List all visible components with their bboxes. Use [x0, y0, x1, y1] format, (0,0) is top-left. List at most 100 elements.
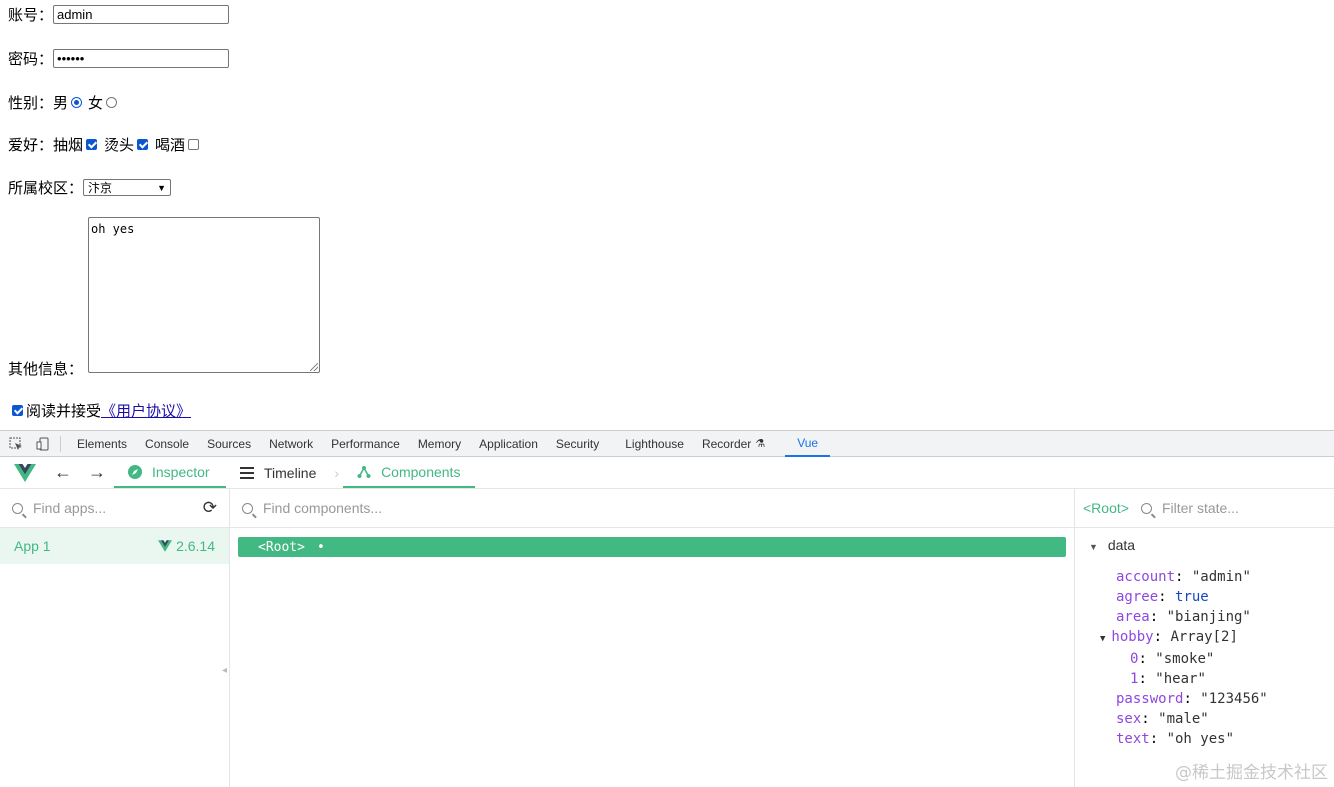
state-key: password	[1116, 691, 1184, 707]
state-value[interactable]: "bianjing"	[1167, 609, 1251, 625]
tab-console[interactable]: Console	[137, 431, 197, 457]
device-toggle-icon[interactable]	[36, 437, 50, 451]
search-icon	[1140, 502, 1152, 514]
tab-elements[interactable]: Elements	[69, 431, 135, 457]
hobby-hair-checkbox[interactable]	[137, 139, 149, 150]
account-label: 账号：	[8, 6, 54, 24]
hobby-smoke-checkbox[interactable]	[86, 139, 98, 150]
tab-memory[interactable]: Memory	[410, 431, 469, 457]
inspect-element-icon[interactable]	[9, 437, 23, 451]
state-row-text: text: "oh yes"	[1116, 731, 1235, 747]
timeline-icon	[240, 466, 254, 479]
tab-lighthouse[interactable]: Lighthouse	[617, 431, 692, 457]
data-section-label: data	[1107, 537, 1136, 553]
form-area: 账号： 密码： 性别： 男 女 爱好： 抽烟 烫头 喝酒 所属校区： 汴京 ▼ …	[0, 0, 1334, 430]
app-version-text: 2.6.14	[176, 538, 215, 554]
tab-network[interactable]: Network	[261, 431, 321, 457]
sex-row: 性别： 男 女	[8, 92, 120, 113]
find-apps-search[interactable]: Find apps... ⟳	[0, 489, 229, 528]
search-icon	[242, 502, 253, 514]
state-value[interactable]: true	[1175, 589, 1209, 605]
hobby-drink-checkbox[interactable]	[188, 139, 200, 150]
tab-inspector[interactable]: Inspector	[114, 457, 226, 488]
find-components-search[interactable]: Find components...	[230, 489, 1074, 528]
chevron-down-icon: ▼	[157, 182, 167, 193]
state-header: <Root> Filter state...	[1075, 489, 1334, 528]
filter-state-placeholder[interactable]: Filter state...	[1162, 500, 1239, 516]
selected-component-label: <Root>	[1083, 500, 1129, 516]
vue-logo-icon	[14, 463, 36, 482]
state-value[interactable]: "123456"	[1200, 691, 1267, 707]
state-row-area: area: "bianjing"	[1116, 609, 1251, 625]
account-input[interactable]	[53, 5, 230, 24]
devtools-tabbar: Elements Console Sources Network Perform…	[0, 430, 1334, 457]
sex-male-label: 男	[53, 94, 69, 112]
tab-recorder-label: Recorder	[701, 436, 752, 451]
sex-female-radio[interactable]	[106, 97, 118, 108]
state-row-hobby-0: 0: "smoke"	[1130, 651, 1215, 667]
collapse-handle-icon[interactable]: ◂	[222, 665, 227, 676]
tab-recorder[interactable]: Recorder ⚗	[694, 431, 773, 457]
other-info-label: 其他信息：	[8, 360, 84, 378]
sex-label: 性别：	[8, 94, 54, 112]
root-component-node[interactable]: <Root> •	[238, 537, 1066, 557]
state-value[interactable]: "hear"	[1155, 671, 1206, 687]
root-component-label: <Root>	[258, 539, 305, 555]
tab-vue[interactable]: Vue	[785, 431, 831, 457]
account-row: 账号：	[8, 4, 230, 25]
password-label: 密码：	[8, 50, 54, 68]
expand-arrow-icon[interactable]: ▼	[1089, 542, 1098, 552]
other-info-textarea[interactable]: oh yes	[88, 217, 320, 373]
app-list-item[interactable]: App 1 2.6.14	[0, 528, 229, 564]
tab-security[interactable]: Security	[548, 431, 607, 457]
tab-components[interactable]: Components	[343, 457, 476, 488]
sex-male-radio[interactable]	[71, 97, 83, 108]
hobby-drink-label: 喝酒	[155, 136, 186, 154]
state-pane: <Root> Filter state... ▼ data account: "…	[1075, 489, 1334, 787]
watermark: @稀土掘金技术社区	[1175, 763, 1328, 783]
agree-checkbox[interactable]	[12, 405, 23, 416]
state-key: hobby	[1111, 629, 1154, 645]
password-row: 密码：	[8, 48, 230, 69]
toolbar-divider	[60, 435, 61, 452]
agree-text: 阅读并接受	[26, 402, 102, 420]
tab-timeline[interactable]: Timeline	[226, 457, 330, 488]
area-row: 所属校区： 汴京 ▼	[8, 177, 172, 198]
state-row-agree: agree: true	[1116, 589, 1209, 605]
tab-components-label: Components	[381, 463, 461, 480]
forward-arrow-icon[interactable]: →	[88, 462, 106, 483]
state-value[interactable]: "oh yes"	[1167, 731, 1234, 747]
agree-row: 阅读并接受 《用户协议》	[10, 400, 191, 421]
tab-timeline-label: Timeline	[264, 464, 317, 481]
hobby-smoke-label: 抽烟	[53, 136, 84, 154]
state-value: Array[2]	[1170, 629, 1238, 645]
apps-pane: Find apps... ⟳ App 1 2.6.14 ◂	[0, 489, 230, 787]
state-value[interactable]: "smoke"	[1155, 651, 1214, 667]
compass-icon	[128, 464, 142, 479]
state-key: text	[1116, 731, 1150, 747]
flask-icon: ⚗	[755, 438, 766, 450]
state-row-sex: sex: "male"	[1116, 711, 1209, 727]
state-value[interactable]: "admin"	[1192, 569, 1251, 585]
refresh-icon[interactable]: ⟳	[203, 498, 217, 518]
back-arrow-icon[interactable]: ←	[54, 462, 72, 483]
password-input[interactable]	[53, 49, 230, 68]
resize-handle-icon[interactable]	[310, 363, 318, 371]
sex-female-label: 女	[88, 94, 104, 112]
vue-toolbar: ← → Inspector Timeline › Components	[0, 457, 1334, 489]
state-row-hobby-1: 1: "hear"	[1130, 671, 1206, 687]
tab-inspector-label: Inspector	[152, 463, 210, 480]
tab-application[interactable]: Application	[471, 431, 546, 457]
state-key: 0	[1130, 651, 1139, 667]
state-list: account: "admin" agree: true area: "bian…	[1100, 567, 1268, 749]
state-value[interactable]: "male"	[1158, 711, 1209, 727]
tab-sources[interactable]: Sources	[199, 431, 259, 457]
user-agreement-link[interactable]: 《用户协议》	[101, 400, 191, 421]
area-label: 所属校区：	[8, 179, 84, 197]
expand-arrow-icon[interactable]: ▼	[1100, 634, 1105, 644]
components-tree-icon	[357, 465, 371, 479]
components-pane: Find components... <Root> •	[230, 489, 1075, 787]
state-key: account	[1116, 569, 1176, 585]
tab-performance[interactable]: Performance	[323, 431, 408, 457]
area-select[interactable]: 汴京 ▼	[83, 179, 172, 196]
